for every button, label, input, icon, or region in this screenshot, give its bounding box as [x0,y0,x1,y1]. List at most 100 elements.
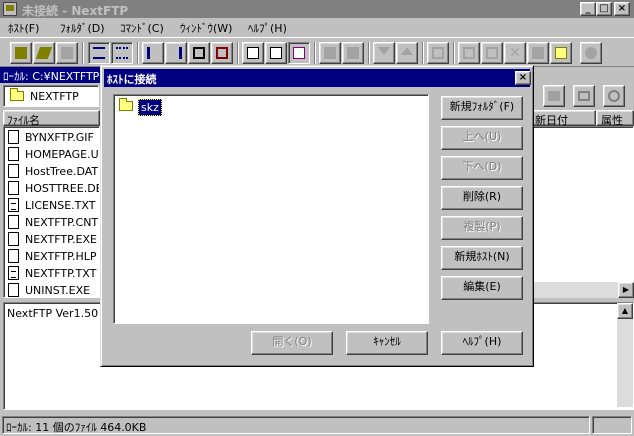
copy-window-button[interactable] [188,42,210,64]
log-vertical-scrollbar[interactable]: ▲ [617,303,633,407]
remote-parent-folder-button[interactable] [543,85,565,107]
toolbar-separator [237,42,239,64]
status-bar: ﾛｰｶﾙ: 11 個のﾌｧｲﾙ 464.0KB [0,413,634,436]
move-up-dialog-button[interactable]: 上へ(U) [441,126,523,150]
local-folder-value: NEXTFTP [30,90,79,103]
delete-icon: ✕ [509,45,521,61]
remote-home-button[interactable] [573,85,595,107]
status-resize-grip[interactable] [592,416,632,434]
host-tree-item-label: skz [138,99,162,116]
help-dialog-button[interactable]: ﾍﾙﾌﾟ(H) [441,331,523,355]
connect-host-dialog: ﾎｽﾄに接続 × skz 新規ﾌｫﾙﾀﾞ(F) 上へ(U) 下へ(D) 削除(R… [100,65,534,367]
local-file-name: NEXTFTP.CNT [25,216,99,229]
dialog-title: ﾎｽﾄに接続 [107,73,157,86]
open-dialog-button[interactable]: 開く(O) [251,331,333,355]
file-icon [8,232,19,246]
file-icon [8,283,19,297]
ascii-mode-icon [247,47,259,59]
file-icon [8,130,19,144]
scroll-right-icon[interactable]: ▶ [618,282,634,298]
maximize-button[interactable]: □ [596,2,612,16]
local-file-name: HOSTTREE.DE [25,182,100,195]
paste-button[interactable] [481,42,503,64]
menu-help[interactable]: ﾍﾙﾌﾟ(H) [248,20,287,36]
app-icon[interactable] [3,2,17,16]
stop-button[interactable] [580,42,602,64]
menu-host[interactable]: ﾎｽﾄ(F) [8,20,39,36]
title-bar: 未接続 - NextFTP _ □ × [0,0,634,18]
move-up-button[interactable] [396,42,418,64]
local-folder-combo[interactable]: NEXTFTP [3,85,99,107]
copy-icon [463,47,475,59]
local-column-header-name[interactable]: ﾌｧｲﾙ名 [3,110,100,127]
disconnect-icon [61,47,73,59]
delete-button[interactable]: ✕ [504,42,526,64]
menu-window[interactable]: ｳｨﾝﾄﾞｳ(W) [180,20,232,36]
sort-date-button[interactable] [165,42,187,64]
local-file-name: HostTree.DAT [25,165,99,178]
detail-view-button[interactable] [111,42,133,64]
local-path-label: ﾛｰｶﾙ: C:¥NEXTFTP [0,67,100,83]
copy-button[interactable] [458,42,480,64]
remote-file-list[interactable] [532,126,634,282]
delete-dialog-button[interactable]: 削除(R) [441,186,523,210]
file-icon [8,215,19,229]
rename-icon [532,47,544,59]
copy-dialog-button[interactable]: 複製(P) [441,216,523,240]
binary-mode-icon [270,47,282,59]
move-down-button[interactable] [373,42,395,64]
stop-icon [585,47,597,59]
sort-date-icon [170,47,182,59]
toolbar-separator [82,42,84,64]
reconnect-button[interactable] [33,42,55,64]
new-folder-button[interactable] [550,42,572,64]
cancel-dialog-button[interactable]: ｷｬﾝｾﾙ [346,331,428,355]
sort-name-button[interactable] [142,42,164,64]
download-button[interactable] [342,42,364,64]
upload-icon [324,47,336,59]
remote-column-date[interactable]: 新日付 [532,110,596,127]
new-folder-dialog-button[interactable]: 新規ﾌｫﾙﾀﾞ(F) [441,96,523,120]
move-down-dialog-button[interactable]: 下へ(D) [441,156,523,180]
sort-name-icon [147,47,159,59]
list-view-button[interactable] [88,42,110,64]
file-icon [8,249,19,263]
sync-button[interactable] [211,42,233,64]
remote-column-attr[interactable]: 属性 [596,110,634,127]
local-file-name: NEXTFTP.HLP [25,250,97,263]
upload-button[interactable] [319,42,341,64]
close-button[interactable]: × [614,2,630,16]
folder-up-icon [548,91,560,101]
local-file-list[interactable]: BYNXFTP.GIF HOMEPAGE.UI HostTree.DAT HOSTTR… [3,126,100,298]
remote-refresh-button[interactable] [603,85,625,107]
file-icon [8,181,19,195]
binary-mode-button[interactable] [265,42,287,64]
ascii-mode-button[interactable] [242,42,264,64]
download-icon [347,47,359,59]
refresh-icon [608,90,620,102]
file-icon [8,147,19,161]
toolbar-separator [368,42,370,64]
edit-dialog-button[interactable]: 編集(E) [441,276,523,300]
connect-button[interactable] [10,42,32,64]
rename-button[interactable] [527,42,549,64]
menu-folder[interactable]: ﾌｫﾙﾀﾞ(D) [60,20,105,36]
move-up-icon [401,47,413,55]
menu-command[interactable]: ｺﾏﾝﾄﾞ(C) [120,20,164,36]
properties-button[interactable] [427,42,449,64]
new-host-dialog-button[interactable]: 新規ﾎｽﾄ(N) [441,246,523,270]
new-folder-icon [555,47,567,59]
auto-mode-button[interactable] [288,42,310,64]
scroll-up-icon[interactable]: ▲ [617,303,633,319]
home-icon [578,91,590,101]
paste-icon [486,47,498,59]
reconnect-icon [35,47,53,59]
local-file-name: HOMEPAGE.UI [25,148,100,161]
disconnect-button[interactable] [56,42,78,64]
minimize-button[interactable]: _ [580,2,596,16]
remote-horizontal-scrollbar[interactable]: ▶ [532,282,634,298]
text-file-icon [8,198,19,212]
local-file-name: BYNXFTP.GIF [25,131,94,144]
host-tree[interactable]: skz [113,94,429,324]
dialog-close-button[interactable]: × [515,71,531,85]
